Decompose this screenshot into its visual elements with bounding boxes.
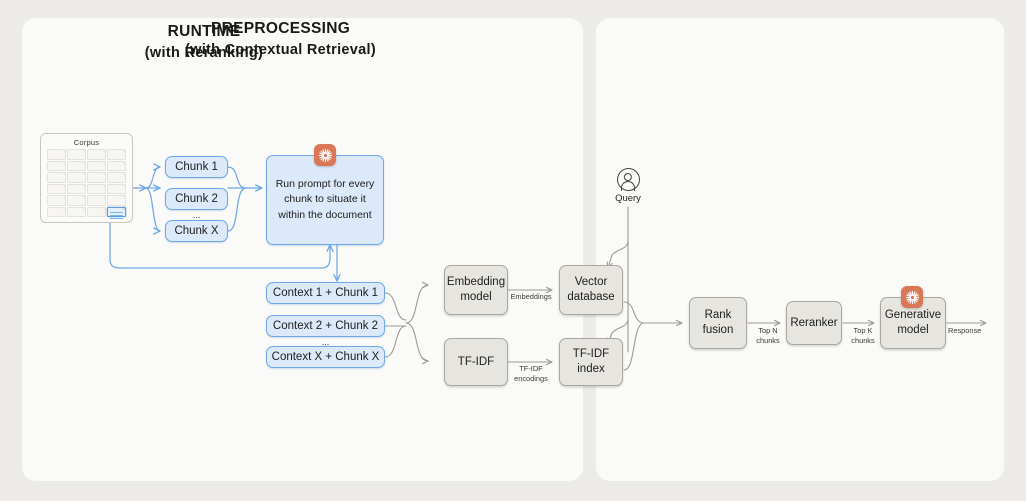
chunks-ellipsis: ... xyxy=(192,210,201,220)
document-icon xyxy=(107,183,126,194)
document-icon xyxy=(67,183,86,194)
reranker-node: Reranker xyxy=(786,301,842,345)
document-icon xyxy=(107,149,126,160)
reranker-label: Reranker xyxy=(790,316,838,329)
embedding-model-label: Embedding model xyxy=(446,276,506,303)
spark-icon-generative xyxy=(901,286,923,308)
spark-icon xyxy=(314,144,336,166)
tfidf-node: TF-IDF xyxy=(444,338,508,386)
edge-label-top-n-chunks: Top N chunks xyxy=(756,326,780,345)
highlighted-document-icon xyxy=(107,206,126,220)
document-icon xyxy=(67,195,86,206)
document-icon xyxy=(47,160,66,171)
document-icon xyxy=(47,183,66,194)
context-2-label: Context 2 + Chunk 2 xyxy=(272,319,379,332)
tfidf-label: TF-IDF xyxy=(457,355,495,368)
tfidf-index-node: TF-IDF index xyxy=(559,338,623,386)
document-icon xyxy=(67,172,86,183)
runtime-panel xyxy=(596,18,1004,481)
document-icon xyxy=(47,172,66,183)
document-icon xyxy=(67,206,86,217)
query-entry: Query xyxy=(608,168,648,204)
user-circle-icon xyxy=(616,168,640,191)
chunk-2-label: Chunk 2 xyxy=(175,192,218,205)
document-icon xyxy=(107,172,126,183)
document-icon xyxy=(87,183,106,194)
edge-label-tfidf-encodings: TF-IDF encodings xyxy=(514,364,548,383)
document-icon xyxy=(47,195,66,206)
rank-fusion-node: Rank fusion xyxy=(689,297,747,349)
context-x-node: Context X + Chunk X xyxy=(266,346,385,368)
runtime-title-line1: RUNTIME xyxy=(167,23,241,40)
runtime-title: RUNTIME (with Reranking) xyxy=(0,20,408,65)
diagram-canvas: PREPROCESSING (with Contextual Retrieval… xyxy=(0,0,1026,501)
embedding-model-node: Embedding model xyxy=(444,265,508,315)
document-icon xyxy=(87,160,106,171)
document-icon xyxy=(67,160,86,171)
document-icon xyxy=(47,149,66,160)
edge-label-response: Response xyxy=(948,326,982,335)
chunk-2-node: Chunk 2 xyxy=(165,188,228,210)
run-prompt-label: Run prompt for every chunk to situate it… xyxy=(275,178,375,221)
edge-label-top-k-chunks: Top K chunks xyxy=(851,326,875,345)
document-icon xyxy=(107,160,126,171)
edge-label-embeddings: Embeddings xyxy=(510,292,552,301)
corpus-container: Corpus xyxy=(40,133,133,223)
document-icon xyxy=(87,195,106,206)
query-label: Query xyxy=(615,193,641,204)
generative-model-label: Generative model xyxy=(884,309,942,336)
chunk-x-label: Chunk X xyxy=(174,224,219,237)
context-2-node: Context 2 + Chunk 2 xyxy=(266,315,385,337)
document-icon xyxy=(67,149,86,160)
run-prompt-node: Run prompt for every chunk to situate it… xyxy=(266,155,384,245)
document-icon xyxy=(87,206,106,217)
document-icon xyxy=(87,172,106,183)
context-1-node: Context 1 + Chunk 1 xyxy=(266,282,385,304)
document-icon xyxy=(87,149,106,160)
vector-database-node: Vector database xyxy=(559,265,623,315)
corpus-label: Corpus xyxy=(73,138,100,147)
context-1-label: Context 1 + Chunk 1 xyxy=(272,286,379,299)
chunk-x-node: Chunk X xyxy=(165,220,228,242)
preprocessing-panel xyxy=(22,18,583,481)
runtime-title-line2: (with Reranking) xyxy=(144,45,264,62)
document-icon xyxy=(107,195,126,206)
document-icon xyxy=(47,206,66,217)
chunk-1-node: Chunk 1 xyxy=(165,156,228,178)
contexts-ellipsis: ... xyxy=(321,337,330,347)
corpus-document-grid xyxy=(47,149,126,220)
vector-database-label: Vector database xyxy=(567,276,615,303)
chunk-1-label: Chunk 1 xyxy=(175,160,218,173)
rank-fusion-label: Rank fusion xyxy=(702,309,734,336)
tfidf-index-label: TF-IDF index xyxy=(572,348,610,375)
context-x-label: Context X + Chunk X xyxy=(271,350,380,363)
